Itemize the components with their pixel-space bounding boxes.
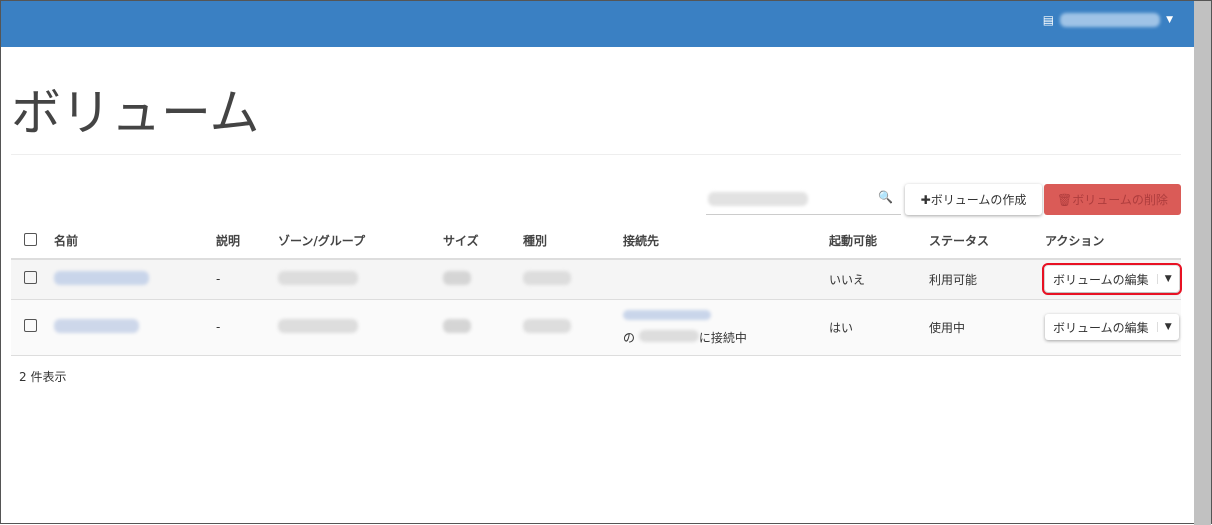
attached-value	[622, 259, 828, 300]
col-bootable[interactable]: 起動可能	[828, 223, 928, 260]
create-volume-button[interactable]: ✚ボリュームの作成	[905, 184, 1042, 215]
device-blurred	[638, 329, 699, 342]
divider	[11, 154, 1181, 155]
zone-value	[278, 318, 358, 333]
item-count: 2 件表示	[19, 370, 67, 384]
delete-volume-button[interactable]: 🗑ボリュームの削除	[1044, 184, 1181, 215]
select-all-checkbox[interactable]	[24, 232, 37, 246]
type-value	[523, 318, 571, 333]
caret-down-icon: ▼	[1166, 15, 1173, 25]
user-name-blurred	[1060, 13, 1161, 27]
col-attached[interactable]: 接続先	[622, 223, 828, 260]
type-value	[523, 270, 571, 285]
user-menu[interactable]: ▤ ▼	[1043, 13, 1173, 27]
search-value-blurred	[708, 192, 808, 206]
caret-down-icon[interactable]: ▼	[1156, 322, 1179, 332]
col-status[interactable]: ステータス	[928, 223, 1044, 260]
scrollbar[interactable]	[1194, 1, 1211, 525]
volume-name-link[interactable]	[54, 318, 139, 333]
edit-volume-button[interactable]: ボリュームの編集 ▼	[1042, 263, 1182, 296]
size-value	[443, 270, 471, 285]
size-value	[443, 318, 471, 333]
attached-value: の に接続中	[622, 299, 828, 356]
search-icon: 🔍	[878, 190, 893, 204]
row-checkbox[interactable]	[24, 319, 37, 332]
id-card-icon: ▤	[1042, 13, 1055, 27]
edit-volume-button[interactable]: ボリュームの編集 ▼	[1045, 314, 1179, 340]
table-row: - の に接続中 はい 使用中 ボリュームの編集 ▼	[11, 299, 1181, 356]
search-input[interactable]: 🔍	[706, 184, 901, 215]
col-description[interactable]: 説明	[215, 223, 277, 260]
col-action: アクション	[1044, 223, 1181, 260]
col-type[interactable]: 種別	[522, 223, 622, 260]
zone-value	[278, 270, 358, 285]
table-row: - いいえ 利用可能 ボリュームの編集 ▼	[11, 259, 1182, 300]
row-checkbox[interactable]	[24, 271, 37, 285]
col-name[interactable]: 名前	[53, 223, 215, 260]
col-zone[interactable]: ゾーン/グループ	[277, 223, 442, 260]
top-navbar: ▤ ▼	[1, 1, 1195, 47]
col-size[interactable]: サイズ	[442, 223, 522, 260]
caret-down-icon[interactable]: ▼	[1156, 274, 1179, 285]
volumes-table: 名前 説明 ゾーン/グループ サイズ 種別 接続先 起動可能 ステータス アクシ…	[11, 223, 1182, 356]
volume-name-link[interactable]	[54, 270, 149, 285]
attached-server-link[interactable]	[623, 309, 711, 320]
page-title: ボリューム	[11, 84, 260, 142]
